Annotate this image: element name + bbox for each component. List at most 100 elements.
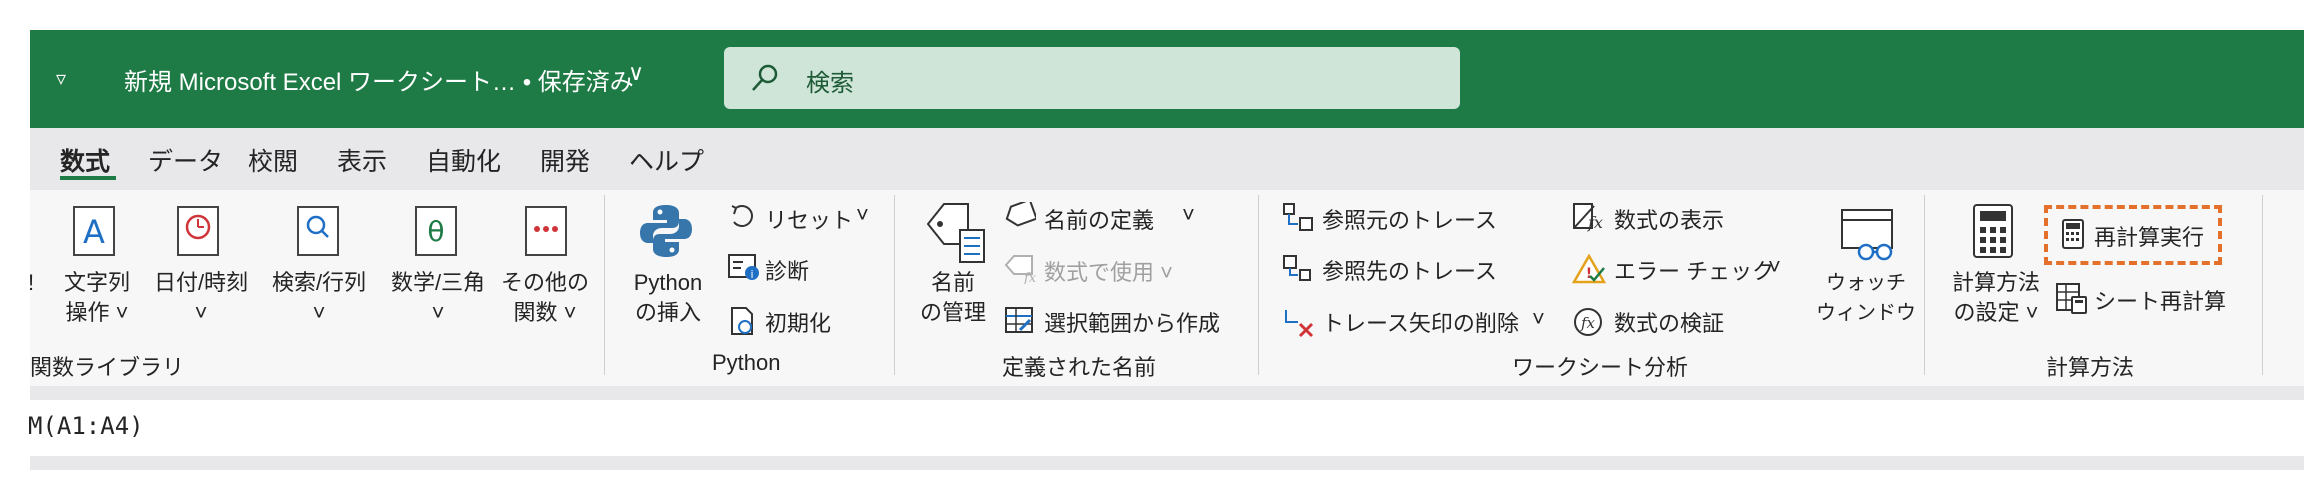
library-partial-label: ! xyxy=(28,270,35,295)
svg-text:fx: fx xyxy=(1023,271,1036,284)
text-functions-label: 文字列 xyxy=(63,270,130,295)
search-input[interactable]: 検索 xyxy=(806,63,854,98)
svg-text:θ: θ xyxy=(427,215,444,248)
formula-text[interactable]: M(A1:A4) xyxy=(28,412,144,440)
tab-developer[interactable]: 開発 xyxy=(540,142,590,178)
svg-text:!: ! xyxy=(1586,266,1592,282)
trace-precedents-icon xyxy=(1282,202,1314,237)
insert-python-label-2: の挿入 xyxy=(634,300,701,325)
diagnostics-button[interactable]: 診断 xyxy=(765,254,809,286)
svg-text:i: i xyxy=(750,268,753,281)
tab-review[interactable]: 校閲 xyxy=(248,142,298,178)
name-manager-label-2: の管理 xyxy=(919,300,986,325)
create-from-selection-icon xyxy=(1004,306,1036,341)
define-name-icon xyxy=(1004,198,1038,235)
calculate-sheet-icon xyxy=(2056,283,2088,320)
calculation-options-label: 計算方法 xyxy=(1951,270,2040,295)
name-manager-icon xyxy=(924,200,986,271)
use-in-formula-icon: fx xyxy=(1004,254,1037,289)
name-manager-label: 名前 xyxy=(930,270,975,295)
remove-arrows-chevron-icon[interactable]: ˅ xyxy=(1532,306,1545,332)
reset-chevron-icon[interactable]: ˅ xyxy=(856,202,869,228)
text-functions-label-2: 操作 ˅ xyxy=(65,300,129,325)
calculation-options-label-2: の設定 ˅ xyxy=(1953,300,2039,325)
watch-window-button[interactable]: ウォッチ ウィンドウ xyxy=(1814,268,1918,328)
create-from-selection-button[interactable]: 選択範囲から作成 xyxy=(1044,306,1220,338)
error-checking-icon: ! xyxy=(1571,253,1607,289)
chevron-down-icon[interactable]: ∨ xyxy=(628,60,644,86)
initialize-button[interactable]: 初期化 xyxy=(765,306,831,338)
document-title[interactable]: 新規 Microsoft Excel ワークシート… • 保存済み xyxy=(124,62,634,97)
reset-button[interactable]: リセット xyxy=(765,203,853,235)
group-separator xyxy=(894,195,895,375)
calculator-icon xyxy=(1972,203,2016,266)
watch-window-label: ウォッチ xyxy=(1826,272,1906,294)
svg-text:fx: fx xyxy=(1580,314,1596,332)
show-formulas-icon: fx xyxy=(1572,202,1606,237)
trace-dependents-icon xyxy=(1282,254,1314,289)
calculation-options-button[interactable]: 計算方法 の設定 ˅ xyxy=(1942,268,2050,328)
error-checking-button[interactable]: エラー チェック xyxy=(1614,254,1774,286)
evaluate-formula-icon: fx xyxy=(1572,306,1606,343)
lookup-reference-label: 検索/行列 xyxy=(271,270,367,295)
group-separator xyxy=(2262,195,2263,375)
math-trig-button[interactable]: 数学/三角 ˅ xyxy=(383,268,493,328)
group-label-formula-auditing: ワークシート分析 xyxy=(1512,355,1689,380)
group-label-calculation: 計算方法 xyxy=(2046,355,2135,380)
text-functions-button[interactable]: 文字列 操作 ˅ xyxy=(52,268,142,328)
diagnostics-icon: i xyxy=(728,254,760,287)
python-icon xyxy=(638,202,694,265)
lookup-reference-button[interactable]: 検索/行列 ˅ xyxy=(264,268,374,328)
search-icon xyxy=(752,64,778,91)
formula-bar[interactable] xyxy=(30,410,2304,454)
text-function-icon: A xyxy=(72,205,118,264)
math-trig-icon: θ xyxy=(414,205,460,264)
active-tab-indicator xyxy=(60,176,116,180)
customize-quick-access-icon[interactable]: ▿ xyxy=(56,66,66,91)
math-trig-label: 数学/三角 xyxy=(390,270,486,295)
date-time-icon xyxy=(176,205,222,264)
remove-arrows-button[interactable]: トレース矢印の削除 xyxy=(1322,306,1519,338)
trace-dependents-button[interactable]: 参照先のトレース xyxy=(1322,254,1497,286)
tab-automate[interactable]: 自動化 xyxy=(426,142,501,178)
define-name-button[interactable]: 名前の定義 xyxy=(1044,203,1154,235)
reset-icon xyxy=(728,202,758,237)
remove-arrows-icon xyxy=(1282,306,1316,343)
search-box[interactable]: 検索 xyxy=(724,47,1460,109)
initialize-icon xyxy=(728,306,758,341)
name-manager-button[interactable]: 名前 の管理 xyxy=(910,268,996,328)
calculate-sheet-button[interactable]: シート再計算 xyxy=(2094,284,2226,316)
group-separator xyxy=(1924,195,1925,375)
more-functions-label-2: 関数 ˅ xyxy=(513,300,577,325)
error-checking-chevron-icon[interactable]: ˅ xyxy=(1768,254,1781,280)
watch-window-label-2: ウィンドウ xyxy=(1816,302,1916,324)
lookup-reference-icon xyxy=(296,205,342,264)
use-in-formula-button[interactable]: 数式で使用 ˅ xyxy=(1044,255,1173,287)
evaluate-formula-button[interactable]: 数式の検証 xyxy=(1614,306,1724,338)
watch-window-icon xyxy=(1840,208,1898,269)
date-time-button[interactable]: 日付/時刻 ˅ xyxy=(146,268,256,328)
tab-view[interactable]: 表示 xyxy=(337,142,387,178)
ribbon-border xyxy=(30,386,2304,400)
tab-formulas[interactable]: 数式 xyxy=(60,142,110,178)
insert-python-button[interactable]: Python の挿入 xyxy=(620,268,716,328)
svg-text:A: A xyxy=(83,213,105,251)
math-trig-chevron: ˅ xyxy=(431,300,445,325)
more-functions-button[interactable]: その他の 関数 ˅ xyxy=(500,268,590,328)
group-label-defined-names: 定義された名前 xyxy=(1002,355,1157,380)
more-functions-label: その他の xyxy=(500,270,589,295)
calculate-now-button[interactable]: 再計算実行 xyxy=(2094,220,2204,252)
trace-precedents-button[interactable]: 参照元のトレース xyxy=(1322,203,1497,235)
tab-help[interactable]: ヘルプ xyxy=(629,142,704,178)
group-label-python: Python xyxy=(712,350,781,375)
tab-data[interactable]: データ xyxy=(148,142,223,178)
insert-python-label: Python xyxy=(633,270,703,295)
date-time-chevron: ˅ xyxy=(194,300,208,325)
svg-text:fx: fx xyxy=(1587,213,1603,232)
calculate-now-icon xyxy=(2062,219,2084,254)
date-time-label: 日付/時刻 xyxy=(153,270,249,295)
more-functions-icon xyxy=(524,205,570,264)
define-name-chevron-icon[interactable]: ˅ xyxy=(1182,202,1195,228)
show-formulas-button[interactable]: 数式の表示 xyxy=(1614,203,1724,235)
column-header-strip xyxy=(30,456,2304,470)
